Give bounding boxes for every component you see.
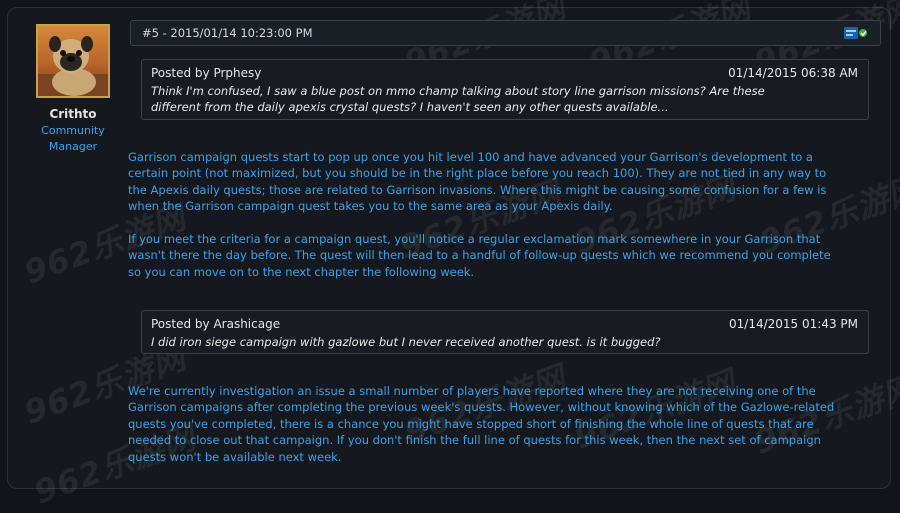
quote-box: Posted by Arashicage 01/14/2015 01:43 PM… bbox=[141, 310, 869, 354]
reply-paragraph: Garrison campaign quests start to pop up… bbox=[128, 150, 827, 214]
quote-text: I did iron siege campaign with gazlowe b… bbox=[151, 335, 661, 349]
quote-box: Posted by Prphesy 01/14/2015 06:38 AM Th… bbox=[141, 59, 869, 120]
reply-paragraph: If you meet the criteria for a campaign … bbox=[128, 232, 831, 279]
user-role-line: Community bbox=[41, 124, 105, 137]
blue-post-icon[interactable] bbox=[844, 25, 868, 39]
pug-avatar[interactable] bbox=[36, 24, 110, 98]
user-name[interactable]: Crithto bbox=[20, 107, 126, 121]
user-role: Community Manager bbox=[20, 123, 126, 155]
quote-date: 01/14/2015 01:43 PM bbox=[729, 317, 858, 331]
reply-paragraph: We're currently investigation an issue a… bbox=[128, 384, 835, 464]
quote-author: Posted by Arashicage bbox=[151, 317, 281, 331]
post-header: #5 - 2015/01/14 10:23:00 PM bbox=[130, 20, 881, 46]
user-role-line: Manager bbox=[48, 140, 98, 153]
quote-text: Think I'm confused, I saw a blue post on… bbox=[151, 84, 765, 114]
post-number-date[interactable]: #5 - 2015/01/14 10:23:00 PM bbox=[142, 26, 313, 40]
quote-author: Posted by Prphesy bbox=[151, 66, 262, 80]
quote-date: 01/14/2015 06:38 AM bbox=[728, 66, 858, 80]
